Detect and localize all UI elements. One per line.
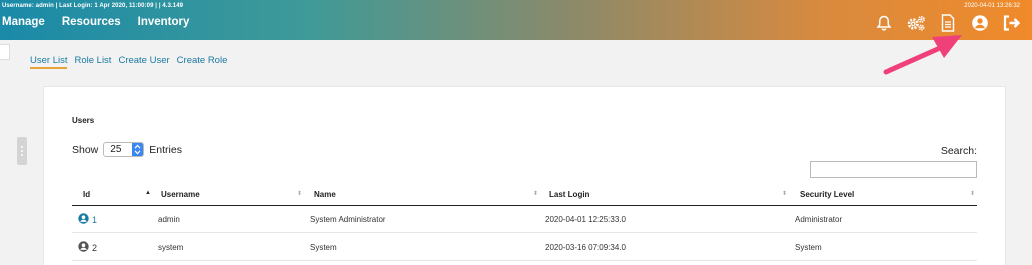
user-avatar-icon — [78, 213, 89, 226]
sort-asc-icon[interactable]: ▲ — [145, 190, 151, 196]
col-security-level[interactable]: Security Level — [800, 190, 854, 199]
col-username[interactable]: Username — [161, 190, 200, 199]
session-info: Username: admin | Last Login: 1 Apr 2020… — [2, 3, 184, 9]
tab-create-role[interactable]: Create Role — [177, 55, 228, 66]
sort-icon[interactable]: ⬍ — [297, 190, 302, 197]
col-last-login[interactable]: Last Login — [549, 190, 589, 199]
row-security-level: Administrator — [795, 215, 843, 224]
table-row[interactable]: 2 system System 2020-03-16 07:09:34.0 Sy… — [72, 234, 977, 261]
sort-icon[interactable]: ⬍ — [782, 190, 787, 197]
entries-control: Show 25 Entries — [72, 142, 182, 157]
user-avatar-icon — [78, 241, 89, 254]
tab-user-list[interactable]: User List — [30, 55, 67, 66]
nav-manage[interactable]: Manage — [2, 16, 45, 28]
entries-select[interactable]: 25 — [103, 142, 145, 157]
col-name[interactable]: Name — [314, 190, 336, 199]
col-id[interactable]: Id — [83, 190, 90, 199]
active-tab-indicator — [30, 67, 67, 69]
tab-create-user[interactable]: Create User — [118, 55, 169, 66]
row-username: system — [158, 243, 184, 252]
left-sidebar-tab[interactable] — [0, 44, 10, 60]
entries-label: Entries — [149, 143, 182, 156]
header-datetime: 2020-04-01 13:26:32 — [964, 3, 1020, 9]
row-security-level: System — [795, 243, 822, 252]
sort-icon[interactable]: ⬍ — [533, 190, 538, 197]
row-last-login: 2020-03-16 07:09:34.0 — [545, 243, 626, 252]
table-header: Id ▲ Username ⬍ Name ⬍ Last Login ⬍ Secu… — [72, 184, 977, 206]
tab-role-list[interactable]: Role List — [74, 55, 111, 66]
row-name: System Administrator — [310, 215, 386, 224]
user-id-link[interactable]: 1 — [92, 215, 97, 225]
main-nav: Manage Resources Inventory — [0, 16, 189, 28]
search-label: Search: — [940, 145, 977, 157]
entries-value: 25 — [110, 144, 122, 155]
row-id[interactable]: 1 — [78, 213, 97, 226]
row-username: admin — [158, 215, 180, 224]
panel-title: Users — [72, 116, 95, 125]
logout-icon[interactable] — [1002, 13, 1022, 33]
table-row[interactable]: 1 admin System Administrator 2020-04-01 … — [72, 206, 977, 233]
user-subnav: User List Role List Create User Create R… — [30, 55, 227, 66]
nav-resources[interactable]: Resources — [62, 16, 121, 28]
row-id[interactable]: 2 — [78, 241, 97, 254]
show-label: Show — [72, 143, 99, 156]
select-arrows-icon — [132, 143, 144, 156]
sidebar-drag-handle[interactable] — [17, 137, 27, 165]
row-last-login: 2020-04-01 12:25:33.0 — [545, 215, 626, 224]
user-profile-icon[interactable] — [970, 13, 990, 33]
nav-inventory[interactable]: Inventory — [138, 16, 190, 28]
row-name: System — [310, 243, 337, 252]
sort-icon[interactable]: ⬍ — [970, 190, 975, 197]
search-input[interactable] — [810, 161, 977, 178]
left-sidebar-strip — [0, 40, 12, 265]
user-id-link[interactable]: 2 — [92, 243, 97, 253]
annotation-arrow-icon — [883, 35, 962, 75]
